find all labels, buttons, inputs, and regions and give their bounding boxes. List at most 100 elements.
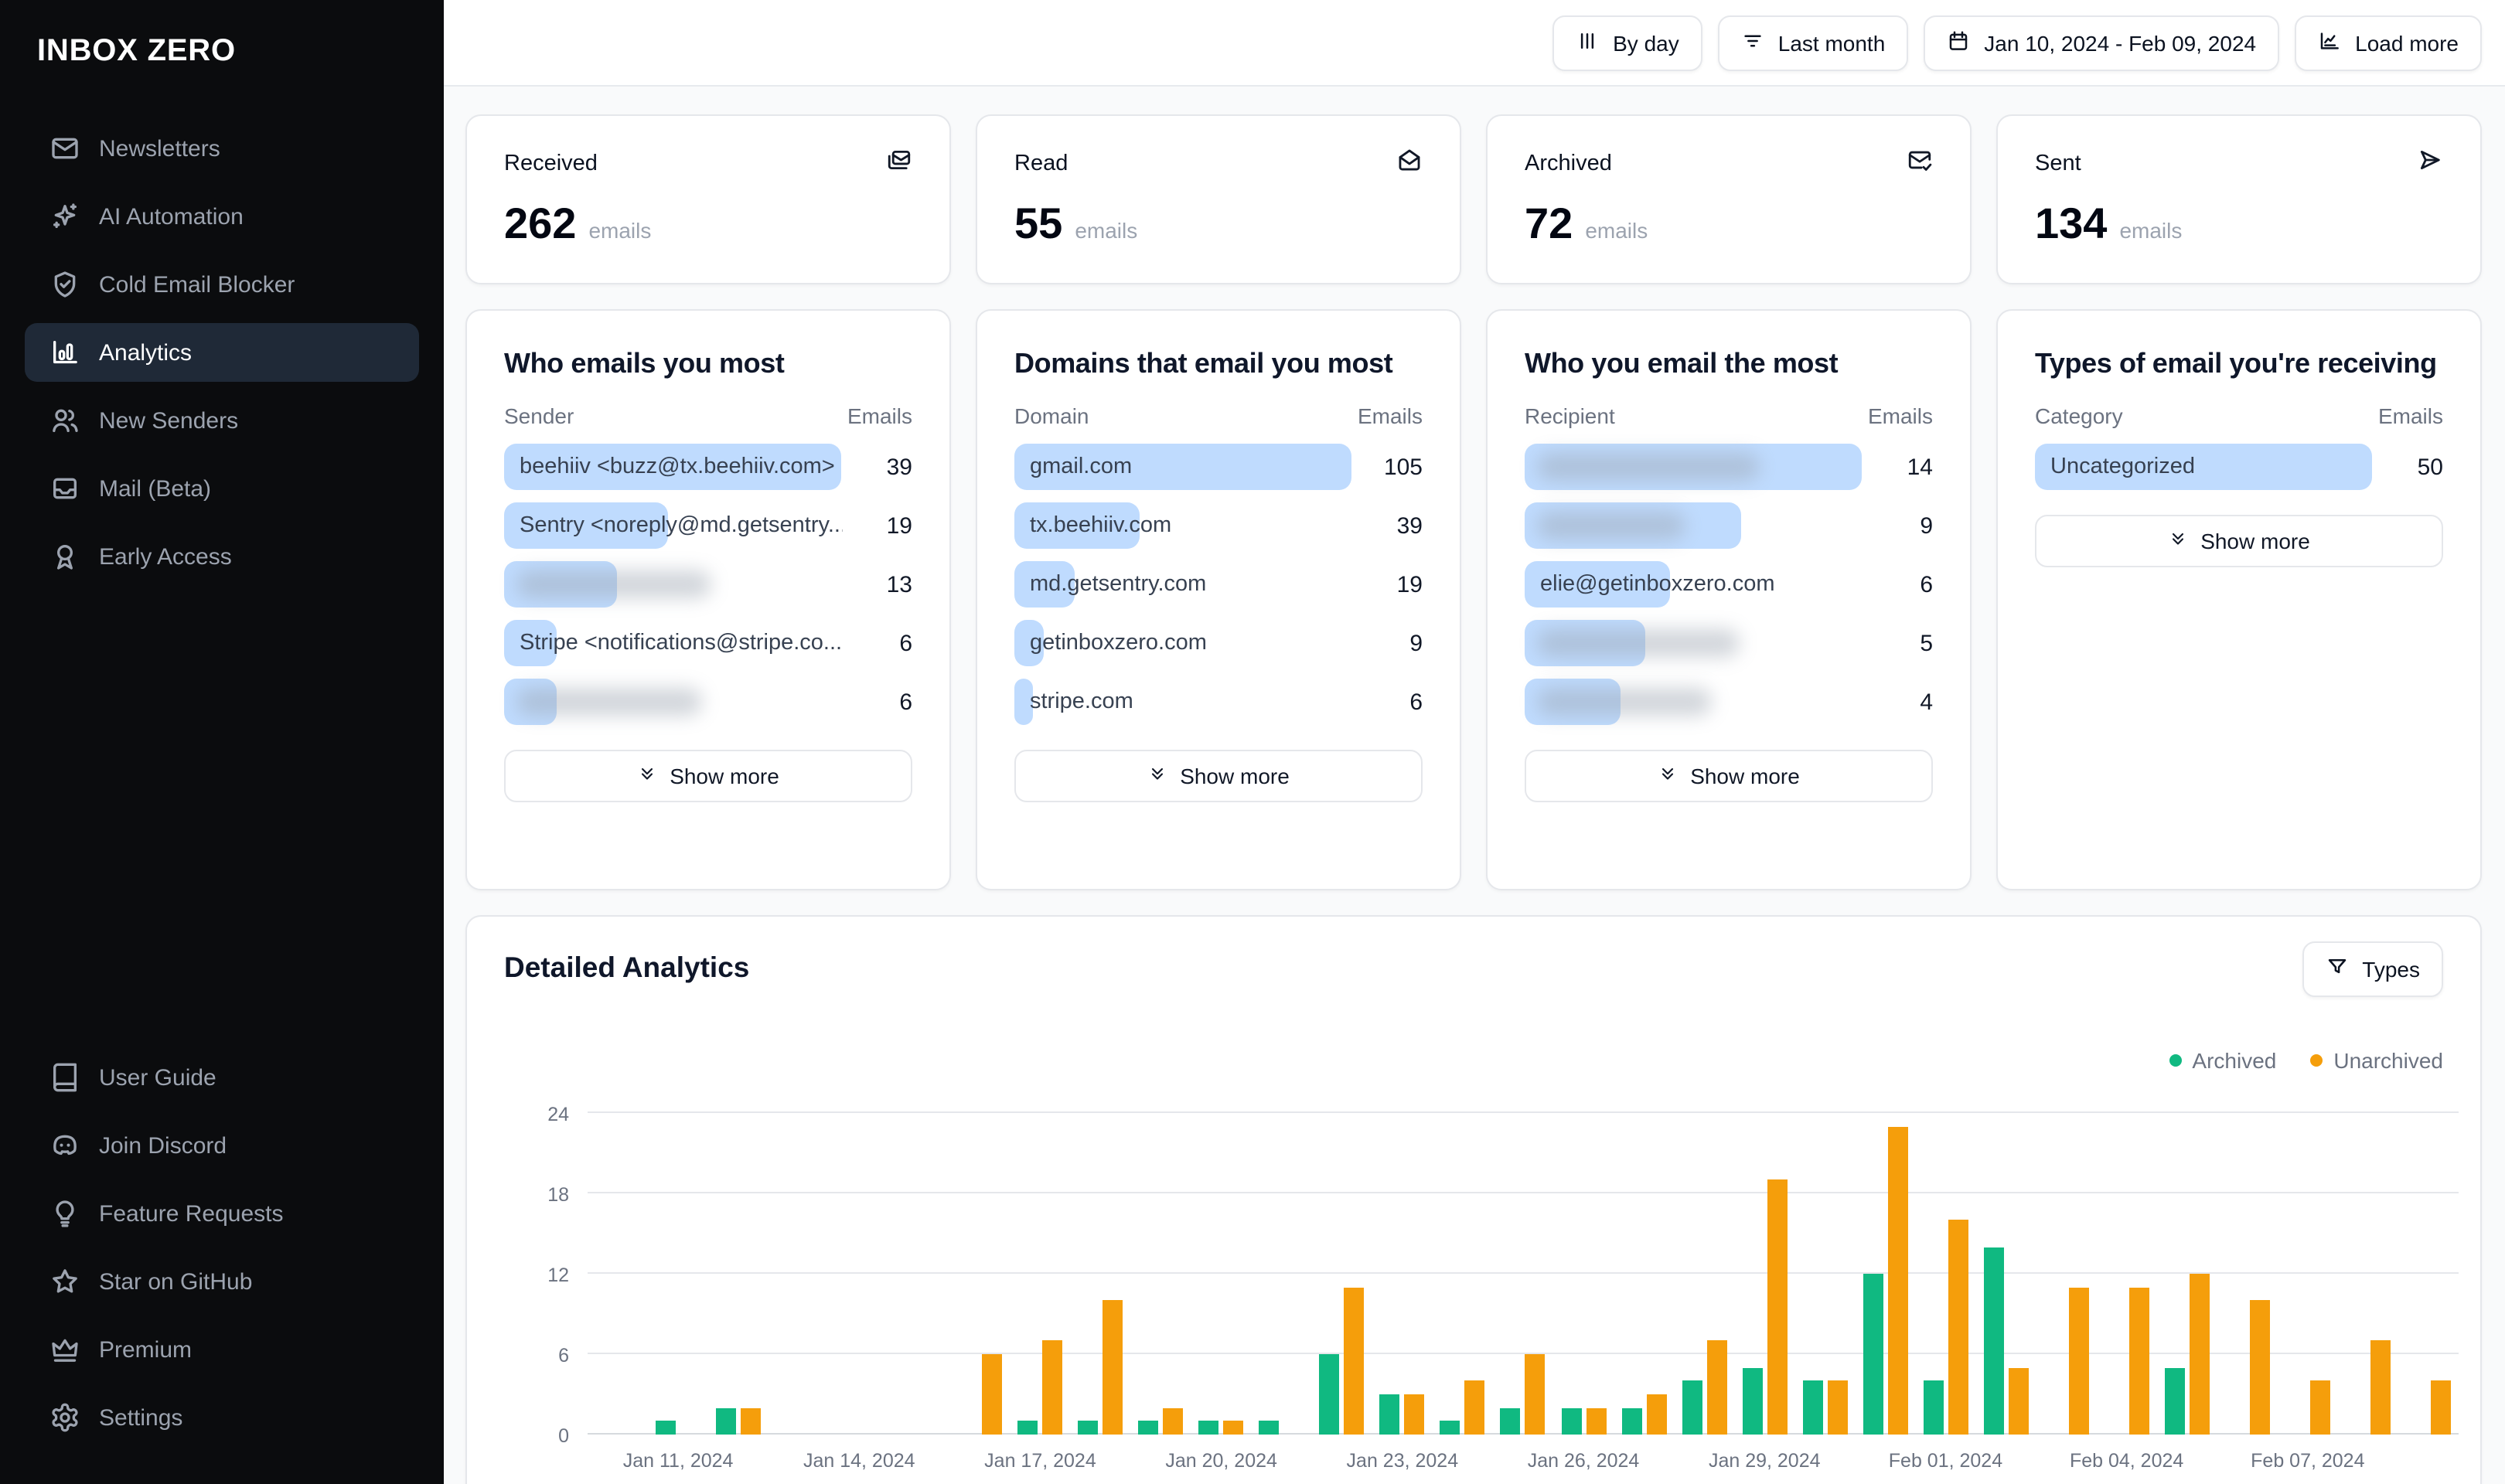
show-more-button[interactable]: Show more [1525, 750, 1933, 803]
list-row-bar-area: getinboxzero.com [1014, 620, 1351, 667]
show-more-button[interactable]: Show more [504, 750, 912, 803]
stat-number: 262 [504, 199, 577, 247]
stat-card-header: Archived [1525, 147, 1933, 179]
list-row-label: elie@getinboxzero.com [1540, 572, 1775, 597]
bar-group [2036, 1113, 2097, 1435]
bar-unarchived [1767, 1179, 1788, 1435]
x-tick-label: Feb 07, 2024 [2251, 1450, 2365, 1472]
list-row: 14 [1525, 444, 1933, 491]
bar-groups [588, 1113, 2459, 1435]
sidebar-item-mail-beta-[interactable]: Mail (Beta) [25, 459, 419, 518]
list-row-bar-area: tx.beehiiv.com [1014, 502, 1351, 550]
lists-row: Who emails you most Sender Emails beehiiv <… [465, 309, 2482, 890]
show-more-label: Show more [2200, 529, 2310, 554]
bar-archived [1923, 1380, 1944, 1435]
sidebar-item-new-senders[interactable]: New Senders [25, 391, 419, 450]
bar-unarchived [1404, 1394, 1425, 1435]
bar-group [1071, 1113, 1131, 1435]
bar-group [1312, 1113, 1372, 1435]
stat-number: 55 [1014, 199, 1063, 247]
list-row-value: 6 [899, 630, 912, 657]
jan-10-2024-feb-09-2024-button[interactable]: Jan 10, 2024 - Feb 09, 2024 [1924, 15, 2280, 70]
x-tick-label: Jan 14, 2024 [803, 1450, 915, 1472]
list-row-label: gmail.com [1030, 454, 1133, 480]
chevrons-down-icon [2168, 529, 2188, 554]
list-card-columns: Recipient Emails [1525, 404, 1933, 429]
redacted-label [1537, 512, 1685, 540]
sidebar-item-cold-email-blocker[interactable]: Cold Email Blocker [25, 255, 419, 314]
bar-archived [1682, 1380, 1702, 1435]
bar-group [889, 1113, 949, 1435]
list-row: 13 [504, 561, 912, 608]
list-row: elie@getinboxzero.com 6 [1525, 561, 1933, 608]
sidebar-item-early-access[interactable]: Early Access [25, 527, 419, 586]
button-label: Load more [2355, 30, 2459, 55]
chart: 0 6 12 18 24 Jan 11, 2024 Jan 14, 2024 Jan 17,… [504, 1104, 2459, 1472]
bar-unarchived [741, 1407, 762, 1435]
stat-label: Received [504, 151, 598, 175]
bar-archived [656, 1421, 677, 1435]
stat-card-sent: Sent 134 emails [1996, 114, 2482, 284]
stat-number: 72 [1525, 199, 1573, 247]
column-header: Domain [1014, 403, 1089, 429]
sidebar-item-star-on-github[interactable]: Star on GitHub [25, 1252, 419, 1311]
stat-card-received: Received 262 emails [465, 114, 951, 284]
list-row-bar-area: stripe.com [1014, 679, 1351, 726]
by-day-button[interactable]: By day [1552, 15, 1702, 70]
bar-group [769, 1113, 829, 1435]
list-row-value: 39 [886, 454, 912, 481]
sidebar-item-label: Mail (Beta) [99, 475, 212, 502]
sidebar-item-settings[interactable]: Settings [25, 1388, 419, 1447]
sidebar-item-user-guide[interactable]: User Guide [25, 1048, 419, 1107]
bar-group [708, 1113, 769, 1435]
stat-label: Sent [2035, 151, 2081, 175]
list-row-label: stripe.com [1030, 689, 1133, 715]
lightbulb-icon [49, 1198, 80, 1229]
button-label: By day [1613, 30, 1679, 55]
bar-unarchived [2068, 1287, 2089, 1435]
redacted-label [1537, 629, 1740, 658]
bar-group [1493, 1113, 1553, 1435]
list-row: 5 [1525, 620, 1933, 667]
book-icon [49, 1062, 80, 1093]
load-more-button[interactable]: Load more [2295, 15, 2482, 70]
show-more-button[interactable]: Show more [2035, 515, 2443, 568]
sidebar-item-premium[interactable]: Premium [25, 1320, 419, 1379]
list-row-value: 14 [1907, 454, 1933, 481]
detailed-analytics-card: Detailed Analytics Types Archived Unarchi… [465, 915, 2482, 1484]
list-row-label: md.getsentry.com [1030, 572, 1207, 597]
shield-check-icon [49, 269, 80, 300]
stats-row: Received 262 emails Read 55 emails Archived 72 e… [465, 114, 2482, 284]
chart-load-icon [2318, 29, 2341, 56]
types-filter-button[interactable]: Types [2302, 941, 2443, 997]
column-header: Emails [847, 403, 912, 429]
show-more-button[interactable]: Show more [1014, 750, 1423, 803]
list-row-value: 13 [886, 571, 912, 598]
sidebar-item-label: AI Automation [99, 203, 244, 230]
sidebar-item-ai-automation[interactable]: AI Automation [25, 187, 419, 246]
sidebar-item-feature-requests[interactable]: Feature Requests [25, 1184, 419, 1243]
chevrons-down-icon [637, 764, 657, 789]
y-tick-label: 24 [547, 1104, 569, 1125]
sidebar-item-join-discord[interactable]: Join Discord [25, 1116, 419, 1175]
last-month-button[interactable]: Last month [1717, 15, 1909, 70]
bar-group [2278, 1113, 2338, 1435]
show-more-label: Show more [1690, 764, 1800, 789]
y-tick-label: 0 [558, 1425, 569, 1447]
y-tick-label: 12 [547, 1264, 569, 1286]
legend-dot [2310, 1053, 2323, 1066]
bar-group [1191, 1113, 1252, 1435]
legend-item-unarchived: Unarchived [2310, 1047, 2443, 1072]
sidebar-item-newsletters[interactable]: Newsletters [25, 119, 419, 178]
app-logo: INBOX ZERO [37, 34, 236, 68]
bar-archived [716, 1407, 737, 1435]
list-row-bar-area: beehiiv <buzz@tx.beehiiv.com> [504, 444, 841, 491]
bar-archived [1802, 1380, 1823, 1435]
bar-unarchived [1103, 1300, 1123, 1435]
sidebar-item-analytics[interactable]: Analytics [25, 323, 419, 382]
stat-number: 134 [2035, 199, 2108, 247]
bar-unarchived [1042, 1340, 1063, 1435]
columns-icon [1576, 29, 1599, 56]
list-row-value: 6 [899, 689, 912, 716]
stat-value: 55 emails [1014, 199, 1423, 249]
